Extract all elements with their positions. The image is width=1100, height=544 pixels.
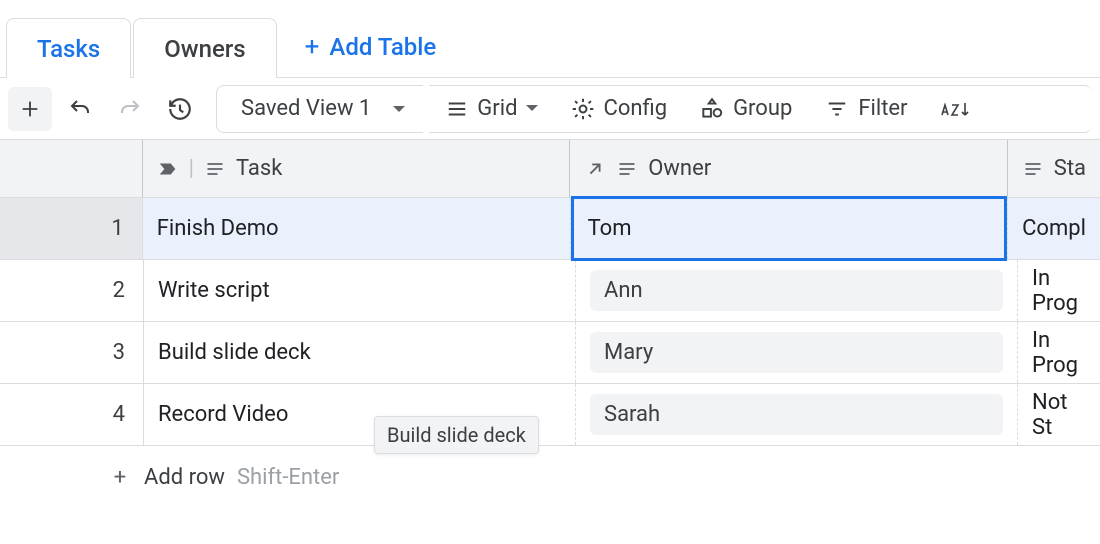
table-row[interactable]: 4 Record Video Sarah Not St (0, 384, 1100, 446)
tab-label: Tasks (37, 35, 100, 63)
cell-status[interactable]: Not St (1018, 384, 1100, 445)
add-row-label: Add row (144, 465, 225, 490)
owner-chip[interactable]: Mary (590, 332, 1003, 373)
table-tabs-bar: Tasks Owners + Add Table (0, 0, 1100, 78)
plus-icon: + (108, 465, 132, 490)
group-label: Group (733, 96, 792, 121)
view-toolbar: Saved View 1 Grid Config Group Filter (0, 78, 1100, 140)
grid-icon (445, 98, 469, 120)
selected-cell[interactable]: Tom (571, 196, 1008, 261)
table-row[interactable]: 1 Finish Demo Tom Compl (0, 198, 1100, 260)
cell-tooltip: Build slide deck (374, 416, 539, 454)
plus-icon (19, 98, 41, 120)
tag-icon (157, 158, 179, 180)
data-table: | Task Owner Sta 1 Finish Demo Tom Compl… (0, 140, 1100, 508)
arrow-out-icon (584, 158, 606, 180)
gear-icon (570, 96, 596, 122)
sort-button[interactable] (924, 86, 972, 132)
cell-task[interactable]: Write script (144, 260, 576, 321)
add-table-button[interactable]: + Add Table (287, 17, 455, 77)
config-button[interactable]: Config (554, 86, 684, 132)
redo-button[interactable] (108, 87, 152, 131)
group-button[interactable]: Group (683, 86, 808, 132)
undo-button[interactable] (58, 87, 102, 131)
cell-owner[interactable]: Ann (576, 260, 1018, 321)
add-table-label: Add Table (329, 33, 436, 61)
row-number[interactable]: 4 (0, 384, 144, 445)
saved-view-dropdown[interactable]: Saved View 1 (216, 85, 423, 133)
filter-button[interactable]: Filter (808, 86, 923, 132)
group-icon (699, 96, 725, 122)
undo-icon (68, 97, 92, 121)
cell-owner[interactable]: Tom (571, 198, 1009, 259)
row-number[interactable]: 1 (0, 198, 143, 259)
add-button[interactable] (8, 87, 52, 131)
text-icon (616, 159, 638, 179)
tab-label: Owners (164, 35, 245, 63)
cell-status[interactable]: In Prog (1018, 260, 1100, 321)
redo-icon (118, 97, 142, 121)
history-button[interactable] (158, 87, 202, 131)
table-row[interactable]: 3 Build slide deck Mary In Prog (0, 322, 1100, 384)
sort-az-icon (940, 96, 970, 122)
column-label: Task (236, 156, 282, 181)
chevron-down-icon (526, 105, 538, 117)
history-icon (167, 96, 193, 122)
cell-owner[interactable]: Mary (576, 322, 1018, 383)
owner-chip[interactable]: Sarah (590, 394, 1003, 435)
grid-view-dropdown[interactable]: Grid (429, 86, 553, 132)
toolbar-controls: Grid Config Group Filter (429, 85, 1092, 133)
column-header-status[interactable]: Sta (1008, 140, 1100, 197)
saved-view-label: Saved View 1 (241, 96, 371, 121)
tab-tasks[interactable]: Tasks (6, 18, 131, 78)
row-number[interactable]: 2 (0, 260, 144, 321)
filter-label: Filter (858, 96, 907, 121)
cell-task[interactable]: Build slide deck (144, 322, 576, 383)
cell-owner[interactable]: Sarah (576, 384, 1018, 445)
filter-icon (824, 98, 850, 120)
column-label: Sta (1054, 156, 1086, 181)
add-row-hint: Shift-Enter (237, 465, 339, 490)
table-header-row: | Task Owner Sta (0, 140, 1100, 198)
text-icon (1022, 159, 1044, 179)
row-number-header[interactable] (0, 140, 143, 197)
tab-owners[interactable]: Owners (133, 18, 276, 78)
owner-chip[interactable]: Ann (590, 270, 1003, 311)
table-row[interactable]: 2 Write script Ann In Prog (0, 260, 1100, 322)
plus-icon: + (305, 32, 320, 62)
cell-status[interactable]: In Prog (1018, 322, 1100, 383)
cell-status[interactable]: Compl (1008, 198, 1100, 259)
text-icon (204, 159, 226, 179)
config-label: Config (604, 96, 668, 121)
grid-label: Grid (477, 96, 517, 121)
column-header-task[interactable]: | Task (143, 140, 571, 197)
column-header-owner[interactable]: Owner (570, 140, 1008, 197)
row-number[interactable]: 3 (0, 322, 144, 383)
table-footer: + Add row Shift-Enter (0, 446, 1100, 508)
add-row-button[interactable]: + Add row Shift-Enter (0, 446, 339, 508)
divider: | (189, 156, 194, 181)
cell-task[interactable]: Finish Demo (143, 198, 571, 259)
column-label: Owner (648, 156, 711, 181)
